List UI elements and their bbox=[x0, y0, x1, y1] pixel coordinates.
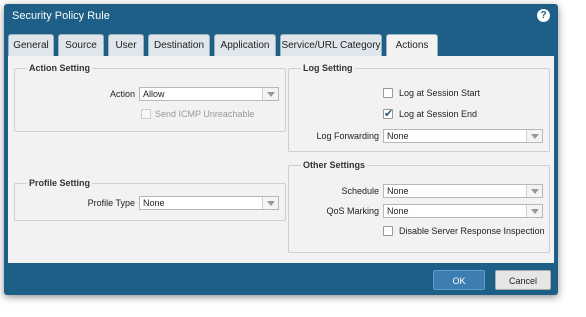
tab-user[interactable]: User bbox=[108, 34, 144, 56]
log-session-end-label: Log at Session End bbox=[399, 109, 478, 119]
dialog-footer: OK Cancel bbox=[4, 263, 558, 295]
log-session-start-checkbox[interactable] bbox=[383, 88, 393, 98]
chevron-down-icon[interactable] bbox=[262, 197, 278, 209]
qos-marking-label: QoS Marking bbox=[326, 206, 379, 216]
action-setting-title: Action Setting bbox=[27, 63, 92, 73]
log-session-end-checkbox[interactable]: ✔ bbox=[383, 108, 394, 120]
log-session-start-label: Log at Session Start bbox=[399, 88, 481, 98]
log-setting-group: Log Setting Log at Session Start ✔ Log a… bbox=[288, 63, 550, 152]
chevron-down-icon[interactable] bbox=[526, 130, 542, 142]
send-icmp-checkbox[interactable] bbox=[141, 109, 151, 119]
disable-server-response-inspection-checkbox[interactable] bbox=[383, 226, 393, 236]
tab-content-actions: Action Setting Action Allow Send ICMP Un… bbox=[8, 56, 554, 263]
qos-marking-value: None bbox=[387, 206, 409, 216]
tab-application[interactable]: Application bbox=[214, 34, 276, 56]
other-settings-group: Other Settings Schedule None QoS Marking… bbox=[288, 160, 550, 253]
action-setting-group: Action Setting Action Allow Send ICMP Un… bbox=[14, 63, 286, 132]
profile-type-label: Profile Type bbox=[87, 198, 135, 208]
check-mark-icon: ✔ bbox=[384, 108, 394, 120]
chevron-down-icon[interactable] bbox=[262, 88, 278, 100]
tab-destination[interactable]: Destination bbox=[148, 34, 210, 56]
dialog-title: Security Policy Rule bbox=[12, 10, 110, 22]
send-icmp-label: Send ICMP Unreachable bbox=[155, 109, 255, 119]
security-policy-rule-dialog: Security Policy Rule ? General Source Us… bbox=[4, 4, 558, 295]
disable-server-response-inspection-label: Disable Server Response Inspection bbox=[399, 226, 545, 236]
action-select[interactable]: Allow bbox=[139, 87, 279, 101]
ok-button[interactable]: OK bbox=[433, 270, 485, 290]
chevron-down-icon[interactable] bbox=[526, 205, 542, 217]
tab-actions[interactable]: Actions bbox=[386, 34, 438, 57]
schedule-label: Schedule bbox=[341, 186, 379, 196]
log-setting-title: Log Setting bbox=[301, 63, 355, 73]
tab-general[interactable]: General bbox=[8, 34, 54, 56]
title-bar: Security Policy Rule ? bbox=[4, 4, 558, 30]
cancel-button[interactable]: Cancel bbox=[495, 270, 551, 290]
other-settings-title: Other Settings bbox=[301, 160, 368, 170]
log-forwarding-select[interactable]: None bbox=[383, 129, 543, 143]
log-forwarding-label: Log Forwarding bbox=[316, 131, 379, 141]
tab-service-url-category[interactable]: Service/URL Category bbox=[280, 34, 382, 56]
profile-type-select[interactable]: None bbox=[139, 196, 279, 210]
schedule-value: None bbox=[387, 186, 409, 196]
profile-setting-group: Profile Setting Profile Type None bbox=[14, 178, 286, 221]
qos-marking-select[interactable]: None bbox=[383, 204, 543, 218]
log-forwarding-value: None bbox=[387, 131, 409, 141]
profile-setting-title: Profile Setting bbox=[27, 178, 93, 188]
action-value: Allow bbox=[143, 89, 165, 99]
action-label: Action bbox=[109, 89, 135, 99]
tab-source[interactable]: Source bbox=[58, 34, 104, 56]
schedule-select[interactable]: None bbox=[383, 184, 543, 198]
profile-type-value: None bbox=[143, 198, 165, 208]
help-icon[interactable]: ? bbox=[537, 9, 550, 22]
chevron-down-icon[interactable] bbox=[526, 185, 542, 197]
